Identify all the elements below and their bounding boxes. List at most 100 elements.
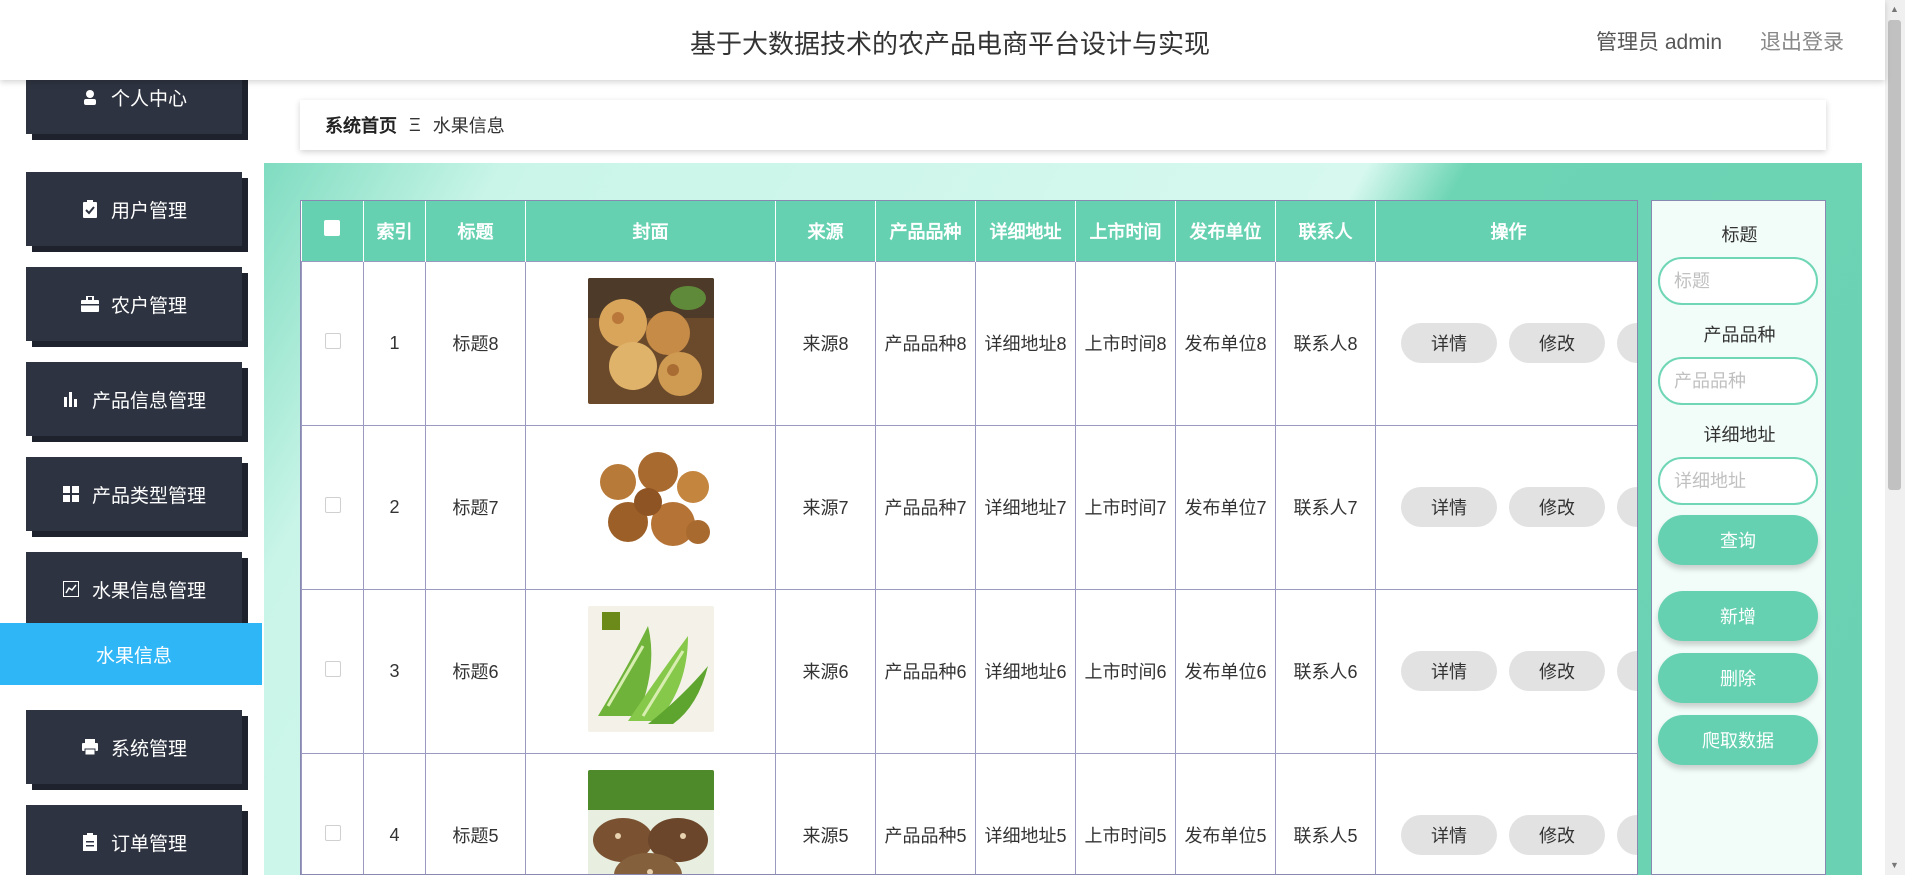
scroll-up-arrow-icon[interactable]: ▲ [1888,2,1901,16]
line-chart-icon [62,580,80,598]
cell-variety: 产品品种6 [875,588,976,754]
cell-cover [525,588,776,754]
cell-contact: 联系人5 [1275,752,1376,874]
cell-operations: 详情 修改 [1375,424,1637,590]
detail-button[interactable]: 详情 [1401,487,1497,527]
sidebar-item-label: 个人中心 [110,88,187,110]
edit-button[interactable]: 修改 [1509,487,1605,527]
delete-row-button[interactable] [1617,651,1637,691]
cell-source: 来源5 [775,752,876,874]
edit-button[interactable]: 修改 [1509,323,1605,363]
detail-button[interactable]: 详情 [1401,815,1497,855]
crawl-data-button[interactable]: 爬取数据 [1658,715,1818,765]
column-header: 索引 [363,201,426,261]
cell-variety: 产品品种7 [875,424,976,590]
column-header: 封面 [525,201,776,261]
current-user: 管理员 admin [1596,31,1723,54]
cell-title: 标题8 [425,260,526,426]
delete-row-button[interactable] [1617,815,1637,855]
sidebar-item-orders[interactable]: 订单管理 [26,805,242,875]
cell-title: 标题5 [425,752,526,874]
table-row: 4 标题5 来源5 产品品种5 详细地址5 上市时间5 发布单位5 联系人5 详… [301,752,1637,874]
variety-input[interactable] [1658,357,1818,405]
edit-button[interactable]: 修改 [1509,651,1605,691]
sidebar-item-product-info[interactable]: 产品信息管理 [26,362,242,436]
clipboard-icon [81,200,99,218]
breadcrumb-separator: Ξ [409,114,421,135]
breadcrumb-home[interactable]: 系统首页 [325,112,397,138]
column-header: 联系人 [1275,201,1376,261]
select-all-cell [301,201,364,261]
delete-button[interactable]: 删除 [1658,653,1818,703]
search-panel: 标题 产品品种 详细地址 查询 新增 删除 爬取数据 [1651,200,1826,875]
cell-time: 上市时间8 [1075,260,1176,426]
scrollbar-thumb[interactable] [1888,20,1901,490]
document-icon [81,833,99,851]
table-row: 3 标题6 来源6 产品品种6 详细地址6 上市时间6 发布单位6 联系人6 详… [301,588,1637,754]
cover-image-dried-mushrooms [587,441,714,568]
cell-address: 详细地址5 [975,752,1076,874]
sidebar-item-users[interactable]: 用户管理 [26,172,242,246]
sidebar-item-system[interactable]: 系统管理 [26,710,242,784]
sidebar-item-profile[interactable]: 个人中心 [26,80,242,134]
row-checkbox[interactable] [324,660,341,677]
scroll-down-arrow-icon[interactable]: ▼ [1888,858,1901,872]
breadcrumb-current: 水果信息 [432,116,505,136]
cell-cover [525,260,776,426]
cell-unit: 发布单位5 [1175,752,1276,874]
cell-contact: 联系人8 [1275,260,1376,426]
sidebar-item-label: 水果信息管理 [91,580,206,602]
delete-row-button[interactable] [1617,323,1637,363]
data-table: 索引 标题 封面 来源 产品品种 详细地址 上市时间 发布单位 联系人 操作 1… [301,201,1637,874]
row-checkbox[interactable] [324,824,341,841]
address-label: 详细地址 [1703,425,1776,445]
table-header-row: 索引 标题 封面 来源 产品品种 详细地址 上市时间 发布单位 联系人 操作 [301,201,1637,261]
cover-image-lettuce [587,605,714,732]
bar-chart-icon [62,390,80,408]
cell-contact: 联系人6 [1275,588,1376,754]
column-header: 来源 [775,201,876,261]
sidebar-item-product-types[interactable]: 产品类型管理 [26,457,242,531]
row-checkbox[interactable] [324,332,341,349]
cell-unit: 发布单位8 [1175,260,1276,426]
logout-link[interactable]: 退出登录 [1760,26,1844,56]
cover-image-dried-figs [587,277,714,404]
add-button[interactable]: 新增 [1658,591,1818,641]
top-header: 基于大数据技术的农产品电商平台设计与实现 管理员 admin 退出登录 [0,0,1885,80]
cell-address: 详细地址8 [975,260,1076,426]
column-header: 详细地址 [975,201,1076,261]
variety-label: 产品品种 [1703,325,1776,345]
delete-row-button[interactable] [1617,487,1637,527]
cell-operations: 详情 修改 [1375,752,1637,874]
cell-cover [525,424,776,590]
edit-button[interactable]: 修改 [1509,815,1605,855]
column-header: 发布单位 [1175,201,1276,261]
sidebar-item-fruit-info[interactable]: 水果信息管理 [26,552,242,626]
title-input[interactable] [1658,257,1818,305]
cell-index: 3 [363,588,426,754]
sidebar-subitem-fruit-info[interactable]: 水果信息 [0,623,262,685]
cell-operations: 详情 修改 [1375,260,1637,426]
sidebar-item-farmers[interactable]: 农户管理 [26,267,242,341]
cell-title: 标题7 [425,424,526,590]
title-label: 标题 [1721,225,1758,245]
cell-contact: 联系人7 [1275,424,1376,590]
detail-button[interactable]: 详情 [1401,323,1497,363]
select-all-checkbox[interactable] [324,220,341,237]
cell-variety: 产品品种5 [875,752,976,874]
detail-button[interactable]: 详情 [1401,651,1497,691]
cell-index: 2 [363,424,426,590]
cell-time: 上市时间6 [1075,588,1176,754]
print-icon [81,738,99,756]
address-input[interactable] [1658,457,1818,505]
data-table-panel: 索引 标题 封面 来源 产品品种 详细地址 上市时间 发布单位 联系人 操作 1… [300,200,1638,875]
table-row: 1 标题8 来源8 产品品种8 详细地址8 上市时间8 发布单位8 联系人8 详… [301,260,1637,426]
cell-time: 上市时间7 [1075,424,1176,590]
table-row: 2 标题7 来源7 产品品种7 详细地址7 上市时间7 发布单位7 联系人7 详… [301,424,1637,590]
cell-unit: 发布单位7 [1175,424,1276,590]
cell-unit: 发布单位6 [1175,588,1276,754]
query-button[interactable]: 查询 [1658,515,1818,565]
cell-time: 上市时间5 [1075,752,1176,874]
row-checkbox[interactable] [324,496,341,513]
column-header: 操作 [1375,201,1637,261]
